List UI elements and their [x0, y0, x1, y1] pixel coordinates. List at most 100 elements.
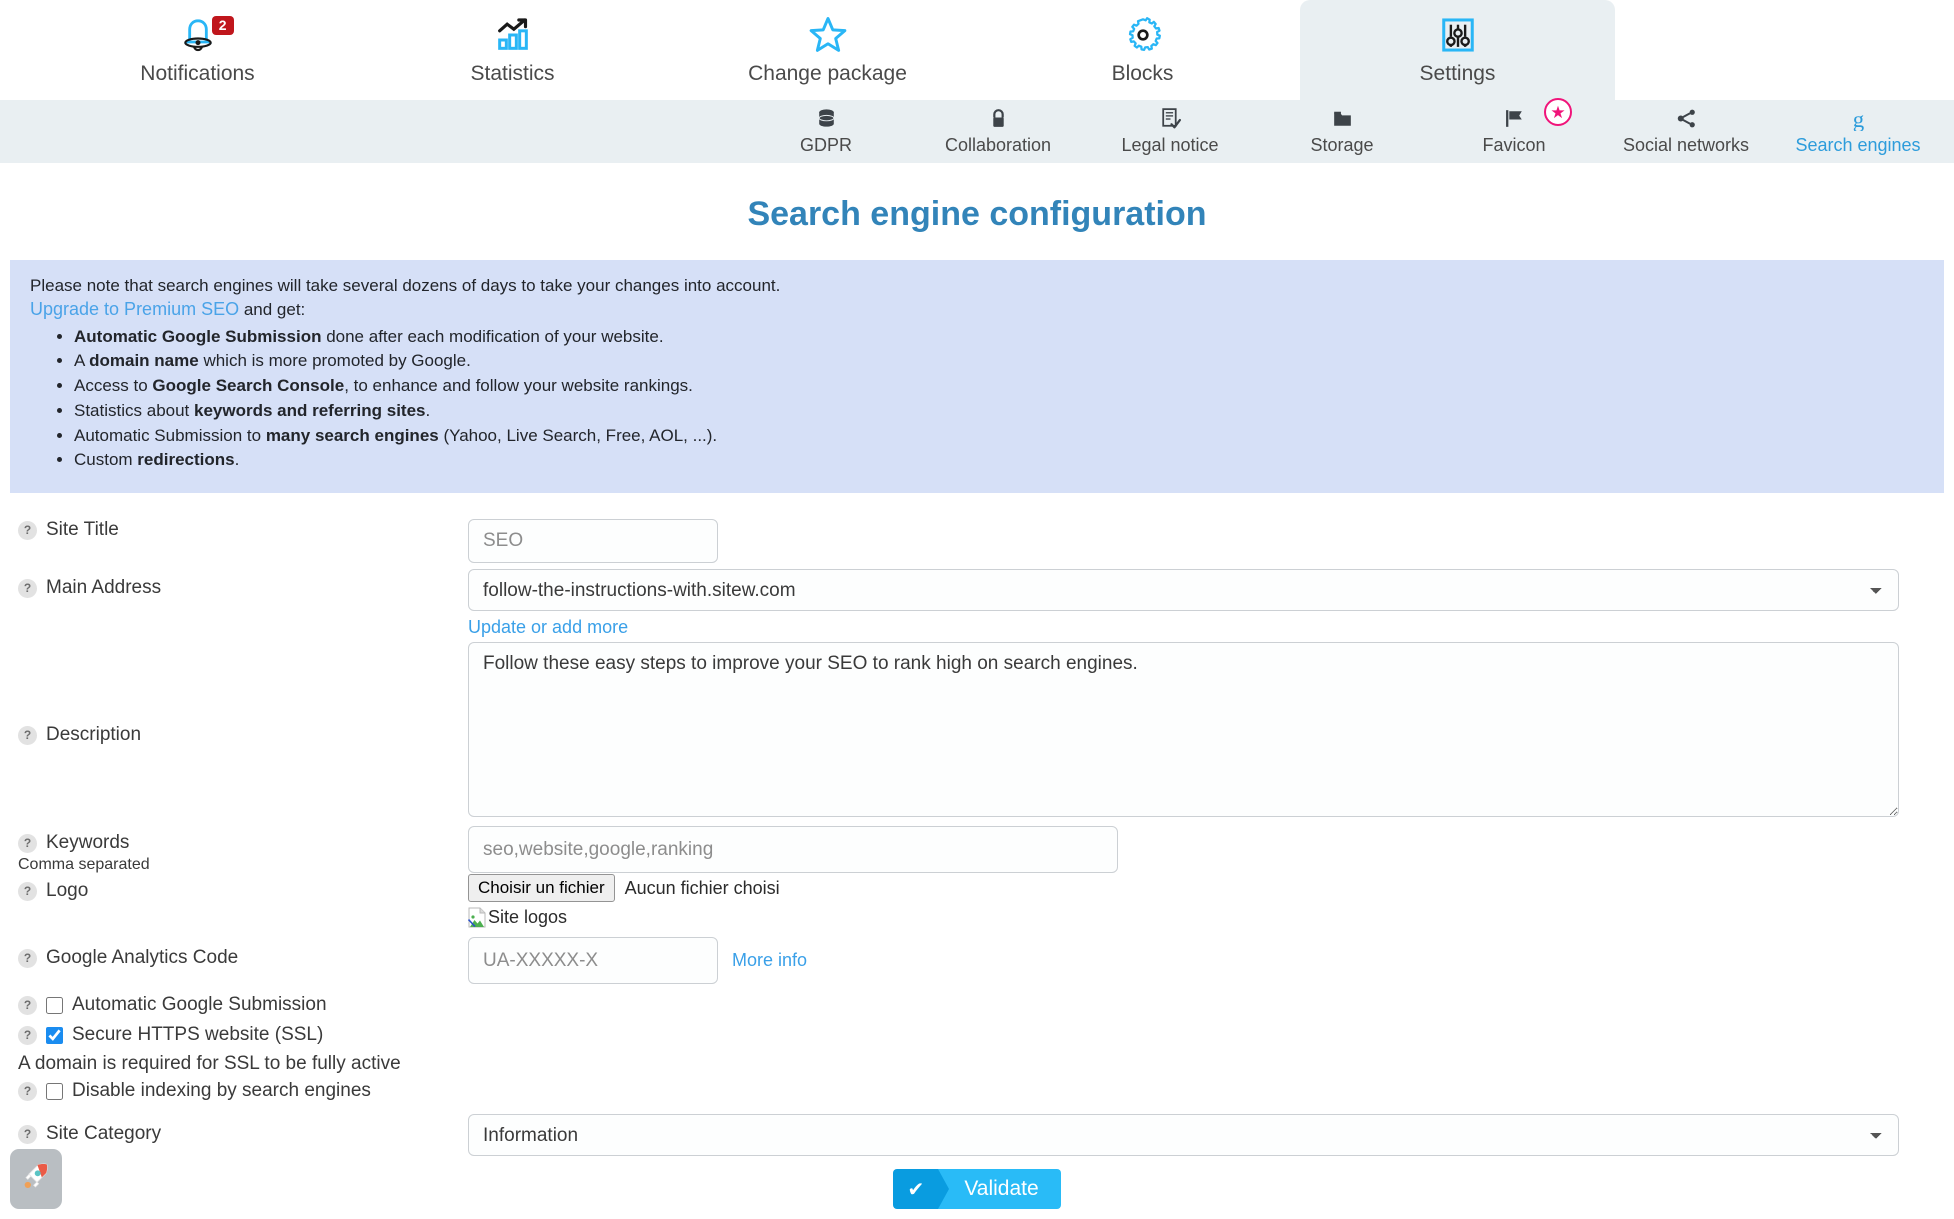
secure-https-checkbox[interactable] — [46, 1026, 63, 1044]
notification-badge: 2 — [211, 16, 234, 36]
label-col: ? Site Category — [0, 1114, 468, 1145]
keywords-input[interactable] — [468, 826, 1118, 874]
help-icon[interactable]: ? — [18, 948, 37, 968]
list-item: Automatic Submission to many search engi… — [74, 426, 1924, 447]
choose-file-button[interactable]: Choisir un fichier — [468, 874, 615, 903]
field-row-auto-google-submission: ? Automatic Google Submission — [0, 994, 1954, 1016]
svg-text:g: g — [1852, 106, 1864, 130]
ssl-note: A domain is required for SSL to be fully… — [18, 1053, 401, 1075]
help-icon[interactable]: ? — [18, 1025, 37, 1045]
subnav-item-gdpr[interactable]: GDPR — [740, 100, 912, 163]
control-col: More info — [468, 937, 1954, 985]
bullet-prefix: Custom — [74, 450, 138, 470]
nav-tab-label: Blocks — [1111, 62, 1174, 85]
flag-icon — [1502, 105, 1527, 131]
site-title-label: Site Title — [46, 519, 119, 541]
control-col — [468, 826, 1954, 874]
nav-tab-statistics[interactable]: Statistics — [355, 0, 670, 100]
keywords-label: Keywords — [46, 832, 130, 854]
list-item: Statistics about keywords and referring … — [74, 401, 1924, 422]
field-row-description: ? Description Follow these easy steps to… — [0, 642, 1954, 822]
google-analytics-input[interactable] — [468, 937, 718, 985]
banner-upgrade-suffix: and get: — [239, 299, 306, 319]
subnav-item-social-networks[interactable]: Social networks — [1600, 100, 1772, 163]
field-row-disable-indexing: ? Disable indexing by search engines — [0, 1080, 1954, 1102]
database-icon — [814, 105, 839, 131]
info-banner: Please note that search engines will tak… — [10, 260, 1944, 494]
label-col: ? Site Title — [0, 519, 468, 541]
subnav-item-collaboration[interactable]: Collaboration — [912, 100, 1084, 163]
more-info-link[interactable]: More info — [732, 950, 807, 971]
validate-button-label: Validate — [938, 1169, 1061, 1210]
control-col: Choisir un fichier Aucun fichier choisi … — [467, 872, 1954, 933]
bullet-rest: . — [425, 400, 431, 420]
subnav-item-search-engines[interactable]: g Search engines — [1772, 100, 1944, 163]
main-address-label: Main Address — [46, 577, 162, 599]
banner-note: Please note that search engines will tak… — [30, 276, 781, 295]
help-icon[interactable]: ? — [18, 1124, 37, 1144]
label-col: ? Keywords Comma separated — [0, 826, 468, 874]
site-category-label: Site Category — [46, 1123, 162, 1145]
disable-indexing-label: Disable indexing by search engines — [72, 1080, 371, 1102]
site-logos-alt-text: Site logos — [488, 907, 568, 928]
auto-google-submission-checkbox[interactable] — [46, 996, 63, 1014]
update-or-add-more-link[interactable]: Update or add more — [468, 617, 628, 637]
site-title-input[interactable] — [468, 519, 718, 564]
help-icon[interactable]: ? — [18, 1081, 37, 1101]
subnav-item-storage[interactable]: Storage — [1256, 100, 1428, 163]
help-icon[interactable]: ? — [18, 578, 37, 598]
upgrade-premium-seo-link[interactable]: Upgrade to Premium SEO — [30, 299, 239, 319]
google-analytics-label: Google Analytics Code — [46, 947, 239, 969]
logo-label: Logo — [46, 880, 89, 902]
bullet-prefix: Automatic Submission to — [74, 425, 266, 445]
bar-chart-icon — [493, 10, 533, 60]
secondary-navigation: GDPR Collaboration Legal notice Storage … — [0, 98, 1954, 163]
document-check-icon — [1158, 105, 1183, 131]
control-col: Follow these easy steps to improve your … — [468, 642, 1954, 822]
subnav-label: GDPR — [799, 135, 852, 155]
bell-icon: 2 — [178, 10, 234, 60]
subnav-item-legal-notice[interactable]: Legal notice — [1084, 100, 1256, 163]
list-item: Custom redirections. — [74, 450, 1924, 471]
subnav-label: Storage — [1310, 135, 1374, 155]
nav-tab-settings[interactable]: Settings — [1300, 0, 1615, 100]
banner-upgrade-line: Upgrade to Premium SEO and get: — [30, 299, 1924, 321]
nav-tab-change-package[interactable]: Change package — [670, 0, 985, 100]
list-item: Access to Google Search Console, to enha… — [74, 376, 1924, 397]
subnav-item-favicon[interactable]: ★ Favicon — [1428, 98, 1600, 163]
primary-navigation: 2 Notifications Statistics Change packag… — [0, 0, 1954, 100]
subnav-label: Legal notice — [1121, 135, 1219, 155]
subnav-label: Favicon — [1482, 135, 1546, 155]
disable-indexing-checkbox[interactable] — [46, 1082, 63, 1100]
site-category-select[interactable]: Information — [468, 1114, 1899, 1157]
help-icon[interactable]: ? — [18, 995, 37, 1015]
rocket-icon — [19, 1160, 53, 1199]
lock-icon — [986, 105, 1011, 131]
description-textarea[interactable]: Follow these easy steps to improve your … — [468, 642, 1899, 818]
control-col: Information — [468, 1114, 1954, 1157]
site-logos-broken-image: Site logos — [467, 907, 568, 928]
rocket-widget-button[interactable] — [10, 1149, 62, 1209]
list-item: A domain name which is more promoted by … — [74, 351, 1924, 372]
star-icon — [806, 10, 850, 60]
help-icon[interactable]: ? — [18, 833, 37, 853]
bullet-rest: (Yahoo, Live Search, Free, AOL, ...). — [438, 425, 718, 445]
validate-button[interactable]: ✔ Validate — [893, 1169, 1061, 1210]
bullet-bold: domain name — [89, 351, 199, 371]
help-icon[interactable]: ? — [18, 725, 37, 745]
help-icon[interactable]: ? — [18, 881, 37, 901]
nav-tab-label: Settings — [1419, 62, 1496, 85]
help-icon[interactable]: ? — [18, 520, 37, 540]
broken-image-icon — [467, 907, 487, 928]
field-row-site-category: ? Site Category Information — [0, 1114, 1954, 1157]
nav-tab-blocks[interactable]: Blocks — [985, 0, 1300, 100]
field-row-keywords: ? Keywords Comma separated — [0, 826, 1954, 874]
auto-google-submission-label: Automatic Google Submission — [72, 994, 327, 1016]
label-col: ? Main Address — [0, 569, 468, 599]
nav-tab-label: Notifications — [140, 62, 255, 85]
google-g-icon: g — [1846, 105, 1871, 131]
control-col: follow-the-instructions-with.sitew.com U… — [468, 569, 1954, 638]
nav-tab-notifications[interactable]: 2 Notifications — [40, 0, 355, 100]
main-address-select[interactable]: follow-the-instructions-with.sitew.com — [468, 569, 1899, 612]
description-label: Description — [46, 724, 142, 746]
